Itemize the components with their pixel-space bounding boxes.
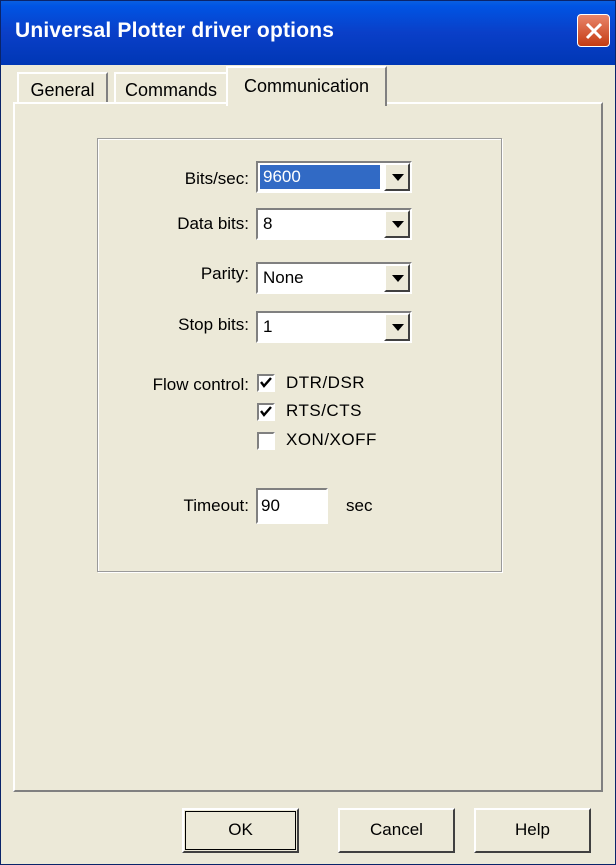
timeout-input[interactable]: 90	[256, 488, 328, 524]
dtr-dsr-label: DTR/DSR	[286, 373, 366, 392]
window-title: Universal Plotter driver options	[15, 19, 335, 42]
dtr-dsr-checkbox[interactable]	[257, 374, 275, 392]
parity-label: Parity:	[200, 264, 249, 283]
checkmark-icon	[260, 377, 272, 388]
rts-cts-checkbox[interactable]	[257, 403, 275, 421]
timeout-unit: sec	[346, 496, 373, 515]
bits-per-sec-value: 9600	[260, 165, 380, 189]
cancel-button[interactable]: Cancel	[338, 808, 455, 853]
xon-xoff-checkbox[interactable]	[257, 432, 275, 450]
xon-xoff-label: XON/XOFF	[286, 430, 377, 449]
bits-per-sec-select[interactable]: 9600	[256, 161, 412, 193]
data-bits-select[interactable]: 8	[256, 208, 412, 240]
parity-select[interactable]: None	[256, 262, 412, 294]
stop-bits-dropdown-button[interactable]	[384, 313, 410, 341]
stop-bits-select[interactable]: 1	[256, 311, 412, 343]
data-bits-dropdown-button[interactable]	[384, 210, 410, 238]
close-button[interactable]	[577, 14, 610, 47]
data-bits-label: Data bits:	[177, 214, 249, 233]
stop-bits-value: 1	[263, 317, 273, 336]
tab-communication[interactable]: Communication	[226, 66, 387, 106]
title-bar[interactable]: Universal Plotter driver options	[1, 1, 615, 65]
tab-general[interactable]: General	[17, 72, 108, 106]
ok-button[interactable]: OK	[182, 808, 299, 853]
parity-dropdown-button[interactable]	[384, 264, 410, 292]
close-icon	[585, 22, 603, 40]
chevron-down-icon	[392, 221, 404, 228]
chevron-down-icon	[392, 174, 404, 181]
chevron-down-icon	[392, 324, 404, 331]
checkmark-icon	[260, 406, 272, 417]
tab-commands-label: Commands	[124, 80, 218, 100]
timeout-label: Timeout:	[183, 496, 249, 515]
tab-communication-label: Communication	[243, 76, 370, 96]
stop-bits-label: Stop bits:	[178, 315, 249, 334]
flow-control-label: Flow control:	[152, 375, 249, 394]
bits-per-sec-label: Bits/sec:	[184, 169, 249, 188]
tab-general-label: General	[30, 80, 95, 100]
rts-cts-label: RTS/CTS	[286, 401, 362, 420]
dialog-window: Universal Plotter driver options General…	[0, 0, 616, 865]
chevron-down-icon	[392, 275, 404, 282]
help-button[interactable]: Help	[474, 808, 591, 853]
bits-per-sec-dropdown-button[interactable]	[384, 163, 410, 191]
parity-value: None	[263, 268, 304, 287]
data-bits-value: 8	[263, 214, 273, 233]
tab-commands[interactable]: Commands	[114, 72, 228, 106]
